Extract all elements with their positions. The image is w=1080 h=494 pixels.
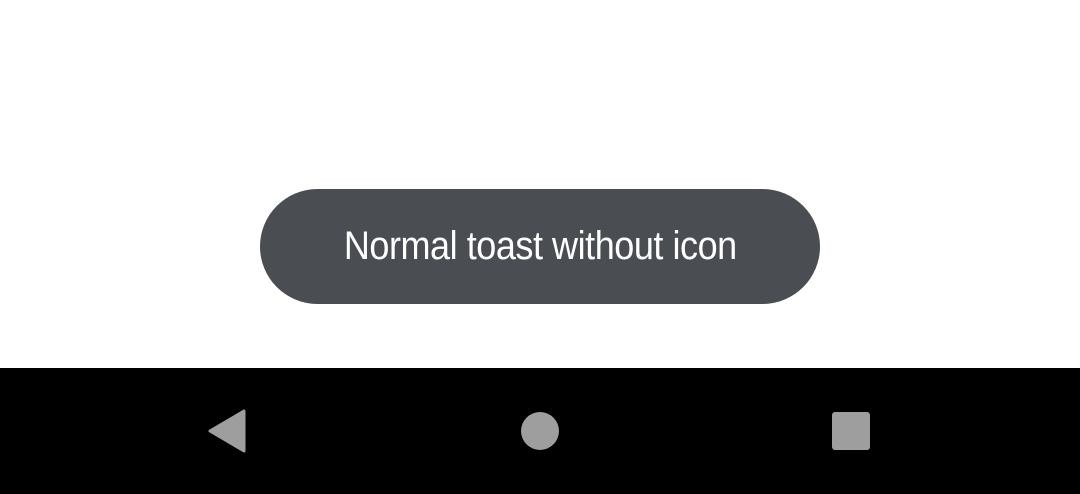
app-content-area: Normal toast without icon [0, 0, 1080, 368]
home-button[interactable] [480, 368, 600, 494]
back-triangle-icon [208, 409, 246, 453]
system-navigation-bar [0, 368, 1080, 494]
device-screen: Normal toast without icon [0, 0, 1080, 494]
back-button[interactable] [166, 368, 286, 494]
toast-message: Normal toast without icon [260, 189, 820, 304]
toast-text: Normal toast without icon [343, 224, 737, 268]
recents-square-icon [832, 412, 870, 450]
recents-button[interactable] [791, 368, 911, 494]
home-circle-icon [521, 412, 559, 450]
